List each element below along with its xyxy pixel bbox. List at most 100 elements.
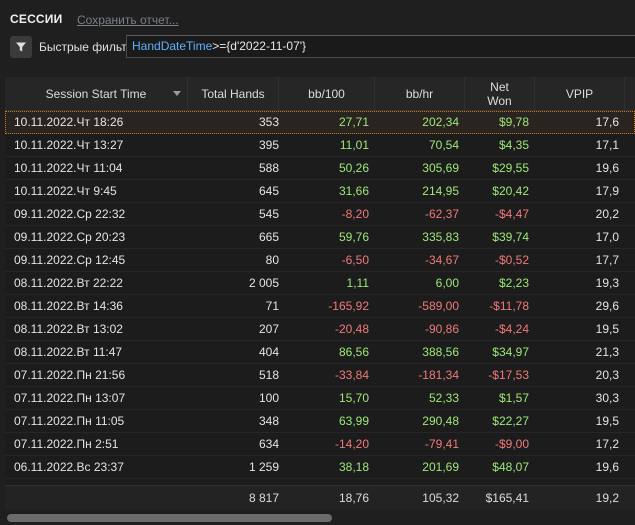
cell-session-start-time: 07.11.2022.Пн 2:51 [14,437,119,451]
cell-net-won: -$11,78 [489,299,529,313]
cell-session-start-time: 10.11.2022.Чт 18:26 [14,115,124,129]
filter-expression-input[interactable]: HandDateTime>={d'2022-11-07'} [126,35,635,58]
cell-net-won: $4,35 [498,138,529,152]
table-row[interactable]: 08.11.2022.Вт 11:47 404 86,56 388,56 $34,97 2… [5,341,635,364]
cell-net-won: $1,57 [498,391,529,405]
table-row[interactable]: 07.11.2022.Пн 11:05 348 63,99 290,48 $22,27 1… [5,410,635,433]
cell-bbhr: -34,67 [424,253,459,267]
cell-bbhr: -589,00 [418,299,459,313]
cell-total-hands: 353 [258,115,279,129]
cell-vpip: 17,1 [595,138,619,152]
cell-session-start-time: 09.11.2022.Ср 20:23 [14,230,126,244]
cell-total-hands: 645 [258,184,279,198]
quick-filter-bar: Быстрые фильтры HandDateTime>={d'2022-11… [0,34,635,60]
cell-session-start-time: 07.11.2022.Пн 21:56 [14,368,126,382]
cell-bb100: 27,71 [338,115,369,129]
total-vpip: 19,2 [595,491,619,505]
cell-net-won: -$4,47 [494,207,529,221]
cell-session-start-time: 10.11.2022.Чт 9:45 [14,184,117,198]
cell-bbhr: 214,95 [422,184,459,198]
cell-total-hands: 71 [265,299,279,313]
scrollbar-thumb[interactable] [7,514,332,522]
cell-bb100: -6,50 [341,253,369,267]
cell-bb100: 59,76 [338,230,369,244]
cell-vpip: 19,3 [595,276,619,290]
cell-vpip: 20,2 [595,207,619,221]
cell-bbhr: -79,41 [424,437,459,451]
cell-bb100: -14,20 [334,437,369,451]
panel-header: СЕССИИ Сохранить отчет... [0,0,635,32]
cell-vpip: 17,9 [595,184,619,198]
table-row[interactable]: 10.11.2022.Чт 18:26 353 27,71 202,34 $9,78 17… [5,111,635,134]
cell-session-start-time: 06.11.2022.Вс 23:37 [14,460,124,474]
cell-vpip: 17,7 [595,253,619,267]
total-hands-sum: 8 817 [248,491,279,505]
cell-bbhr: 202,34 [422,115,459,129]
table-row[interactable]: 10.11.2022.Чт 9:45 645 31,66 214,95 $20,42 17… [5,180,635,203]
total-net-won: $165,41 [485,491,529,505]
table-row[interactable]: 09.11.2022.Ср 12:45 80 -6,50 -34,67 -$0,52 17… [5,249,635,272]
table-row[interactable]: 07.11.2022.Пн 13:07 100 15,70 52,33 $1,57 30,… [5,387,635,410]
cell-bbhr: 290,48 [422,414,459,428]
cell-net-won: -$17,53 [488,368,529,382]
cell-net-won: $48,07 [492,460,529,474]
cell-net-won: -$0,52 [494,253,529,267]
cell-total-hands: 1 259 [248,460,279,474]
cell-session-start-time: 08.11.2022.Вт 11:47 [14,345,123,359]
cell-session-start-time: 09.11.2022.Ср 12:45 [14,253,126,267]
table-row[interactable]: 09.11.2022.Ср 22:32 545 -8,20 -62,37 -$4,47 2… [5,203,635,226]
column-header-total-hands[interactable]: Total Hands [188,77,279,110]
table-totals-row: 8 817 18,76 105,32 $165,41 19,2 [5,485,635,510]
cell-vpip: 19,6 [595,460,619,474]
cell-session-start-time: 10.11.2022.Чт 13:27 [14,138,124,152]
save-report-link[interactable]: Сохранить отчет... [77,13,179,27]
cell-vpip: 21,3 [595,345,619,359]
column-header-net-won[interactable]: Net Won [465,77,535,110]
cell-session-start-time: 10.11.2022.Чт 11:04 [14,161,123,175]
total-bbhr: 105,32 [422,491,459,505]
table-row[interactable]: 08.11.2022.Вт 22:22 2 005 1,11 6,00 $2,23 19,… [5,272,635,295]
cell-bbhr: -62,37 [424,207,459,221]
column-header-label: VPIP [565,86,594,101]
column-header-session-start-time[interactable]: Session Start Time [5,77,188,110]
column-header-bbhr[interactable]: bb/hr [375,77,465,110]
cell-bb100: -8,20 [341,207,369,221]
cell-bb100: -33,84 [334,368,369,382]
cell-vpip: 20,3 [595,368,619,382]
table-header: Session Start Time Total Hands bb/100 bb… [5,77,635,111]
cell-session-start-time: 08.11.2022.Вт 13:02 [14,322,123,336]
cell-net-won: $22,27 [492,414,529,428]
column-header-label: bb/hr [405,86,434,101]
cell-net-won: $2,23 [498,276,529,290]
cell-session-start-time: 07.11.2022.Пн 13:07 [14,391,126,405]
cell-session-start-time: 09.11.2022.Ср 22:32 [14,207,126,221]
filter-button[interactable] [10,36,32,58]
cell-vpip: 29,6 [595,299,619,313]
horizontal-scrollbar[interactable] [5,513,635,523]
cell-total-hands: 665 [258,230,279,244]
table-row[interactable]: 06.11.2022.Вс 23:37 1 259 38,18 201,69 $48,0… [5,456,635,479]
cell-vpip: 17,6 [595,115,619,129]
cell-total-hands: 100 [258,391,279,405]
table-row[interactable]: 10.11.2022.Чт 13:27 395 11,01 70,54 $4,35 17,… [5,134,635,157]
cell-bbhr: 335,83 [422,230,459,244]
table-row[interactable]: 07.11.2022.Пн 2:51 634 -14,20 -79,41 -$9,00 1… [5,433,635,456]
cell-bb100: -20,48 [334,322,369,336]
cell-net-won: $9,78 [498,115,529,129]
table-row[interactable]: 08.11.2022.Вт 13:02 207 -20,48 -90,86 -$4,24… [5,318,635,341]
cell-net-won: $34,97 [492,345,529,359]
column-header-bb100[interactable]: bb/100 [279,77,375,110]
column-header-vpip[interactable]: VPIP [535,77,625,110]
cell-total-hands: 348 [258,414,279,428]
table-row[interactable]: 08.11.2022.Вт 14:36 71 -165,92 -589,00 -$11,… [5,295,635,318]
filter-icon [16,42,26,52]
cell-bbhr: 70,54 [428,138,459,152]
cell-session-start-time: 08.11.2022.Вт 22:22 [14,276,123,290]
cell-session-start-time: 07.11.2022.Пн 11:05 [14,414,125,428]
table-row[interactable]: 09.11.2022.Ср 20:23 665 59,76 335,83 $39,74 1… [5,226,635,249]
cell-bbhr: -90,86 [424,322,459,336]
sessions-table: Session Start Time Total Hands bb/100 bb… [5,77,635,510]
table-row[interactable]: 07.11.2022.Пн 21:56 518 -33,84 -181,34 -$17,… [5,364,635,387]
table-row[interactable]: 10.11.2022.Чт 11:04 588 50,26 305,69 $29,55 1… [5,157,635,180]
cell-session-start-time: 08.11.2022.Вт 14:36 [14,299,123,313]
